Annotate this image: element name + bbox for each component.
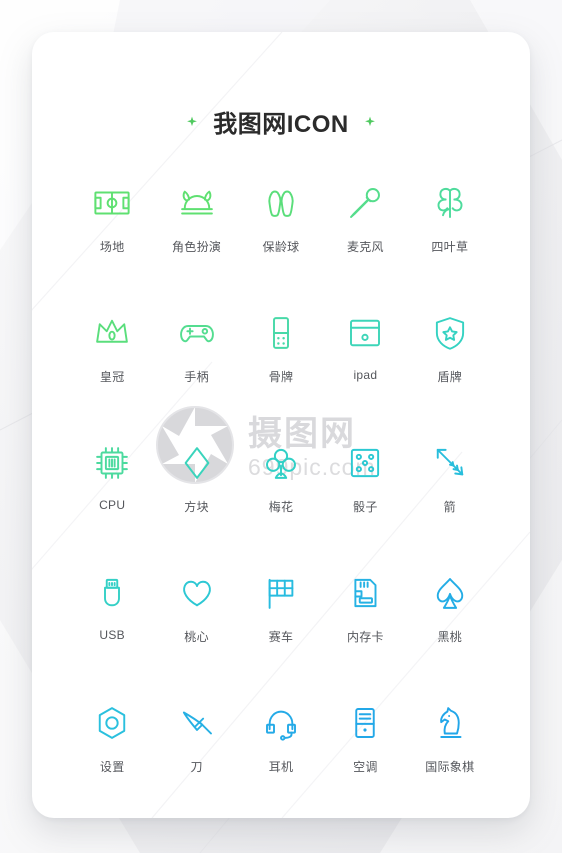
icon-cell[interactable]: 皇冠 <box>70 282 154 412</box>
page-title-row: 我图网ICON <box>32 104 530 139</box>
icon-label: 骨牌 <box>268 370 294 384</box>
icon-label: 场地 <box>99 240 125 254</box>
knife-icon[interactable] <box>176 702 218 744</box>
icon-label: 黑桃 <box>437 630 463 644</box>
icon-label: 骰子 <box>353 500 378 514</box>
icon-cell[interactable]: CPU <box>70 412 154 542</box>
icon-label: USB <box>99 628 125 642</box>
crown-icon[interactable] <box>91 312 133 354</box>
gamepad-icon[interactable] <box>176 312 218 354</box>
icon-label: 盾牌 <box>437 370 463 384</box>
icon-label: 空调 <box>353 760 378 774</box>
icon-cell[interactable]: 方块 <box>154 412 238 542</box>
icon-cell[interactable]: 桃心 <box>154 542 238 672</box>
icon-cell[interactable]: 保龄球 <box>239 152 323 282</box>
icon-cell[interactable]: USB <box>70 542 154 672</box>
icon-label: 手柄 <box>184 370 209 384</box>
heart-suit-icon[interactable] <box>176 572 218 614</box>
icon-label: 四叶草 <box>431 240 469 254</box>
shield-star-icon[interactable] <box>429 312 471 354</box>
icon-label: ipad <box>353 368 378 382</box>
hex-settings-icon[interactable] <box>91 702 133 744</box>
sparkle-icon <box>187 116 198 126</box>
microphone-icon[interactable] <box>344 182 386 224</box>
icon-label: 桃心 <box>184 630 209 644</box>
icon-cell[interactable]: 角色扮演 <box>154 152 238 282</box>
icon-label: 设置 <box>99 760 125 774</box>
sparkle-icon <box>364 116 375 126</box>
checkered-flag-icon[interactable] <box>260 572 302 614</box>
icon-cell[interactable]: 国际象棋 <box>408 672 492 802</box>
icon-label: 皇冠 <box>99 370 125 384</box>
icon-cell[interactable]: 内存卡 <box>323 542 407 672</box>
icon-cell[interactable]: 骨牌 <box>239 282 323 412</box>
icon-cell[interactable]: ipad <box>323 282 407 412</box>
icon-cell[interactable]: 盾牌 <box>408 282 492 412</box>
viking-helmet-icon[interactable] <box>176 182 218 224</box>
icon-label: 麦克风 <box>346 240 384 254</box>
icon-label: 内存卡 <box>346 630 384 644</box>
icon-set-card: 我图网ICON 摄图网 699pic.com 场地 角色扮演 保龄球 麦克风 四叶草 皇冠… <box>32 32 530 818</box>
icon-label: 国际象棋 <box>425 760 475 774</box>
icon-cell[interactable]: 场地 <box>70 152 154 282</box>
page-title: 我图网ICON <box>213 111 349 138</box>
usb-icon[interactable] <box>91 572 133 614</box>
icon-cell[interactable]: 四叶草 <box>408 152 492 282</box>
icon-label: 保龄球 <box>262 240 300 254</box>
icon-label: 赛车 <box>268 630 294 644</box>
icon-cell[interactable]: 箭 <box>408 412 492 542</box>
tower-pc-icon[interactable] <box>344 702 386 744</box>
icon-label: 刀 <box>190 760 203 774</box>
icon-label: 箭 <box>443 500 456 514</box>
icon-cell[interactable]: 手柄 <box>154 282 238 412</box>
icon-label: CPU <box>99 498 126 512</box>
icon-label: 角色扮演 <box>171 240 222 254</box>
memory-card-icon[interactable] <box>344 572 386 614</box>
icon-label: 耳机 <box>268 760 294 774</box>
club-suit-icon[interactable] <box>260 442 302 484</box>
icon-cell[interactable]: 黑桃 <box>408 542 492 672</box>
tablet-icon[interactable] <box>344 312 386 354</box>
headset-icon[interactable] <box>260 702 302 744</box>
cpu-chip-icon[interactable] <box>91 442 133 484</box>
icon-cell[interactable]: 赛车 <box>239 542 323 672</box>
domino-icon[interactable] <box>260 312 302 354</box>
icon-cell[interactable]: 空调 <box>323 672 407 802</box>
soccer-field-icon[interactable] <box>91 182 133 224</box>
bowling-pins-icon[interactable] <box>260 182 302 224</box>
icon-cell[interactable]: 梅花 <box>239 412 323 542</box>
dice-icon[interactable] <box>344 442 386 484</box>
icon-cell[interactable]: 麦克风 <box>323 152 407 282</box>
icon-cell[interactable]: 刀 <box>154 672 238 802</box>
icon-label: 方块 <box>184 500 209 514</box>
arrow-icon[interactable] <box>429 442 471 484</box>
icon-cell[interactable]: 设置 <box>70 672 154 802</box>
icon-grid: 场地 角色扮演 保龄球 麦克风 四叶草皇冠 手柄 骨牌 ipad 盾牌 CPU 方块 梅花 骰子 箭 USB… <box>70 152 492 802</box>
clover-icon[interactable] <box>429 182 471 224</box>
spade-suit-icon[interactable] <box>429 572 471 614</box>
diamond-suit-icon[interactable] <box>176 442 218 484</box>
icon-label: 梅花 <box>268 500 294 514</box>
icon-cell[interactable]: 耳机 <box>239 672 323 802</box>
icon-cell[interactable]: 骰子 <box>323 412 407 542</box>
chess-knight-icon[interactable] <box>429 702 471 744</box>
